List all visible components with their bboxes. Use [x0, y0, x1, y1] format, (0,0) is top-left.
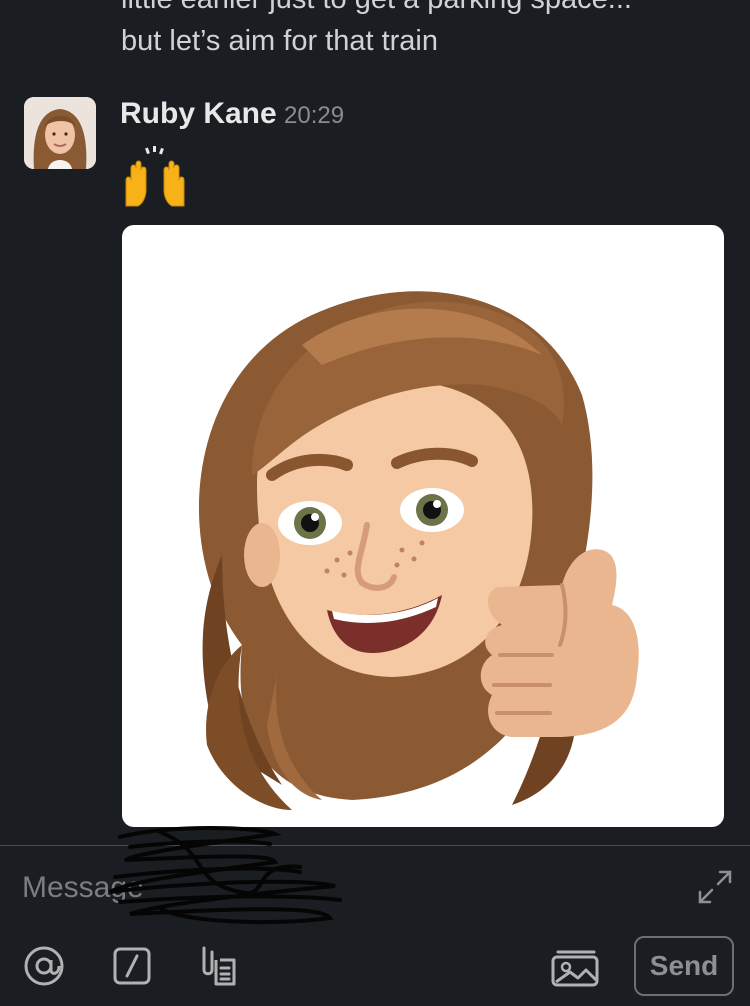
- attachment-icon[interactable]: [196, 944, 240, 988]
- message-input[interactable]: [22, 868, 622, 908]
- message-list[interactable]: little earlier just to get a parking spa…: [0, 0, 750, 845]
- slash-icon[interactable]: [110, 944, 154, 988]
- sender-name[interactable]: Ruby Kane: [120, 96, 277, 132]
- raising-hands-icon: [125, 146, 185, 207]
- memoji-thumbs-up-image[interactable]: [122, 225, 724, 827]
- send-button[interactable]: Send: [634, 936, 734, 996]
- at-icon[interactable]: [22, 944, 66, 988]
- memoji-illustration: [198, 291, 639, 810]
- expand-icon[interactable]: [696, 868, 734, 906]
- previous-message-line: little earlier just to get a parking spa…: [121, 0, 721, 20]
- avatar-photo: [24, 97, 96, 169]
- photo-gallery-icon[interactable]: [550, 944, 600, 988]
- previous-message-text: little earlier just to get a parking spa…: [121, 0, 721, 62]
- message-timestamp[interactable]: 20:29: [284, 101, 344, 131]
- composer-divider: [0, 845, 750, 846]
- previous-message-line: but let’s aim for that train: [121, 25, 439, 57]
- avatar[interactable]: [24, 97, 96, 169]
